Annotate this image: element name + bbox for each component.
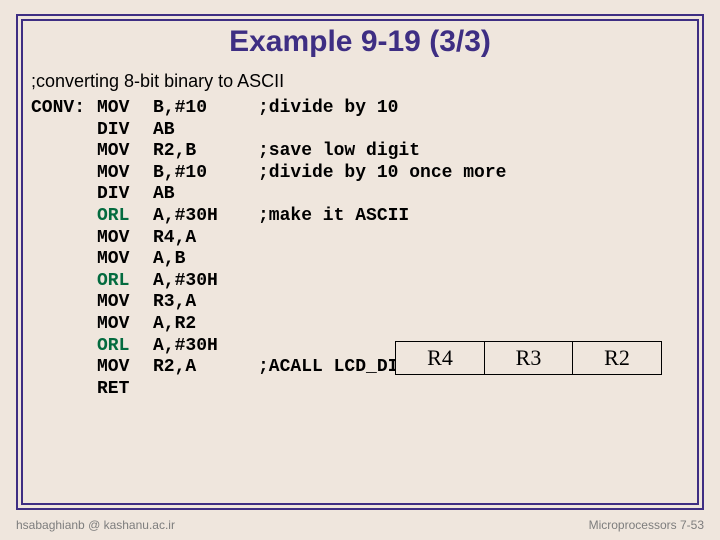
code-comment: ;divide by 10 once more [258, 163, 506, 185]
frame-inner: Example 9-19 (3/3) ;converting 8-bit bin… [21, 19, 699, 505]
code-mnemonic: ORL [97, 271, 153, 293]
code-comment: ;save low digit [258, 141, 420, 163]
code-mnemonic: MOV [97, 141, 153, 163]
code-args: R2,B [153, 141, 258, 163]
code-line: MOVA,B [31, 249, 697, 271]
footer-left: hsabaghianb @ kashanu.ac.ir [16, 518, 175, 532]
code-mnemonic: MOV [97, 98, 153, 120]
code-args: R3,A [153, 292, 258, 314]
code-mnemonic: RET [97, 379, 153, 401]
subtitle: ;converting 8-bit binary to ASCII [31, 71, 697, 92]
code-args: AB [153, 120, 258, 142]
code-line: ORLA,#30H;make it ASCII [31, 206, 697, 228]
code-line: DIVAB [31, 120, 697, 142]
code-line: RET [31, 379, 697, 401]
register-cell: R4 [395, 341, 485, 375]
code-line: DIVAB [31, 184, 697, 206]
code-mnemonic: DIV [97, 120, 153, 142]
code-mnemonic: MOV [97, 249, 153, 271]
code-args: A,#30H [153, 271, 258, 293]
frame-outer: Example 9-19 (3/3) ;converting 8-bit bin… [16, 14, 704, 510]
code-args: A,B [153, 249, 258, 271]
code-mnemonic: DIV [97, 184, 153, 206]
code-comment: ;divide by 10 [258, 98, 398, 120]
code-mnemonic: MOV [97, 314, 153, 336]
code-args: A,#30H [153, 336, 258, 358]
code-mnemonic: MOV [97, 228, 153, 250]
code-args: B,#10 [153, 163, 258, 185]
code-line: CONV:MOVB,#10;divide by 10 [31, 98, 697, 120]
code-args: R4,A [153, 228, 258, 250]
code-args: A,#30H [153, 206, 258, 228]
slide-title: Example 9-19 (3/3) [23, 25, 697, 59]
code-mnemonic: MOV [97, 163, 153, 185]
register-cell: R2 [572, 341, 662, 375]
code-line: MOVB,#10;divide by 10 once more [31, 163, 697, 185]
code-args: AB [153, 184, 258, 206]
code-mnemonic: ORL [97, 206, 153, 228]
code-line: MOVA,R2 [31, 314, 697, 336]
footer-right-page: 7-53 [680, 518, 704, 532]
code-line: MOVR3,A [31, 292, 697, 314]
register-row: R4R3R2 [395, 341, 662, 375]
register-cell: R3 [484, 341, 574, 375]
footer-right: Microprocessors 7-53 [589, 518, 704, 532]
code-label: CONV: [31, 98, 97, 120]
code-line: MOVR4,A [31, 228, 697, 250]
code-args: B,#10 [153, 98, 258, 120]
code-comment: ;make it ASCII [258, 206, 409, 228]
code-mnemonic: MOV [97, 357, 153, 379]
footer-right-label: Microprocessors [589, 518, 677, 532]
code-line: MOVR2,B;save low digit [31, 141, 697, 163]
slide: Example 9-19 (3/3) ;converting 8-bit bin… [0, 0, 720, 540]
code-args: A,R2 [153, 314, 258, 336]
code-args: R2,A [153, 357, 258, 379]
code-mnemonic: MOV [97, 292, 153, 314]
code-mnemonic: ORL [97, 336, 153, 358]
code-line: ORLA,#30H [31, 271, 697, 293]
